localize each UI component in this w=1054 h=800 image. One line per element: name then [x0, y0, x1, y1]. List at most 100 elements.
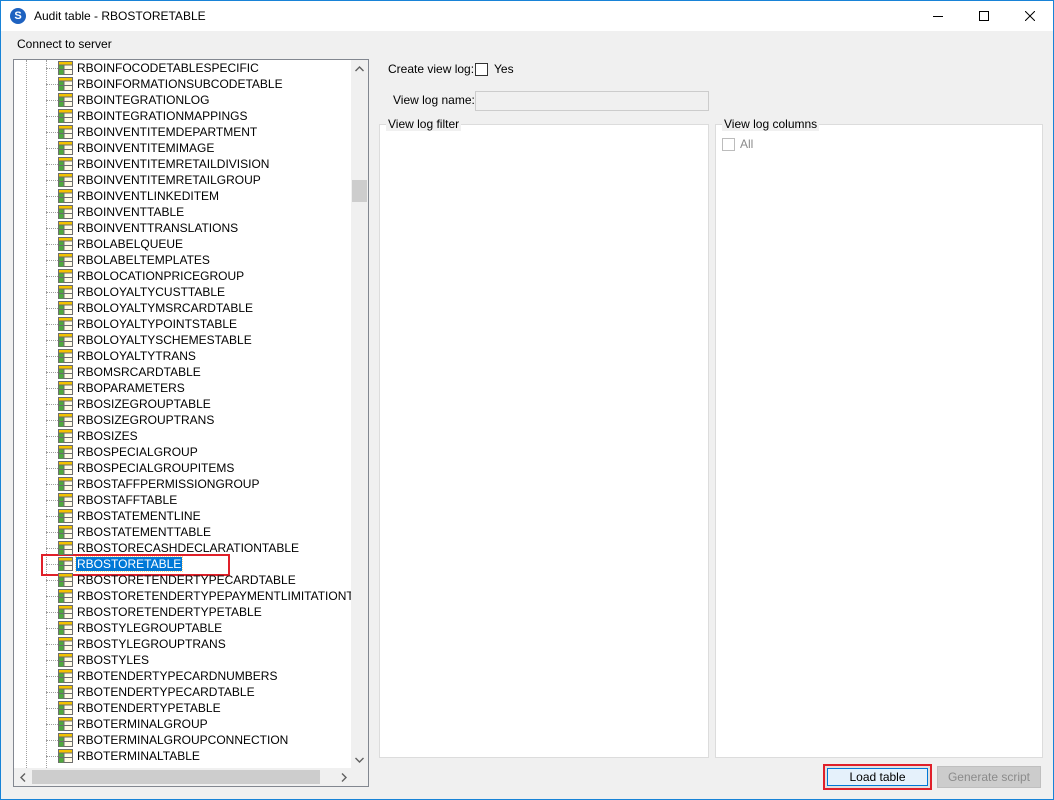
tree-item[interactable]: RBOSIZEGROUPTRANS: [14, 412, 352, 428]
audit-table-window: S Audit table - RBOSTORETABLE Connect to…: [0, 0, 1054, 800]
tree-item[interactable]: RBOLOYALTYSCHEMESTABLE: [14, 332, 352, 348]
close-button[interactable]: [1007, 1, 1053, 31]
table-icon: [58, 557, 73, 571]
create-view-log-yes-label[interactable]: Yes: [494, 62, 514, 76]
tree-item-label: RBOSTORETENDERTYPETABLE: [77, 605, 262, 619]
tree-item-label: RBOLOCATIONPRICEGROUP: [77, 269, 245, 283]
table-icon: [58, 653, 73, 667]
tree-item[interactable]: RBOINVENTTRANSLATIONS: [14, 220, 352, 236]
tree-item[interactable]: RBOINVENTITEMRETAILDIVISION: [14, 156, 352, 172]
tree-horizontal-scrollbar[interactable]: [14, 768, 352, 786]
tree-item-label: RBOTERMINALTABLE: [77, 749, 200, 763]
tree-item-label: RBOSTORETENDERTYPEPAYMENTLIMITATIONTABL: [77, 589, 352, 603]
tree-item[interactable]: RBOSPECIALGROUPITEMS: [14, 460, 352, 476]
tree-item[interactable]: RBOSTAFFTABLE: [14, 492, 352, 508]
table-icon: [58, 269, 73, 283]
tree-item[interactable]: RBOTENDERTYPECARDTABLE: [14, 684, 352, 700]
scroll-left-button[interactable]: [14, 768, 31, 786]
tree-item[interactable]: RBOINVENTTABLE: [14, 204, 352, 220]
table-icon: [58, 381, 73, 395]
tree-connector: [46, 340, 58, 341]
tree-item[interactable]: RBOTERMINALTABLE: [14, 748, 352, 764]
tree-item[interactable]: RBOSTORETENDERTYPECARDTABLE: [14, 572, 352, 588]
tree-item[interactable]: RBOSTYLEGROUPTABLE: [14, 620, 352, 636]
tree-item[interactable]: RBOTENDERTYPETABLE: [14, 700, 352, 716]
scroll-up-button[interactable]: [351, 60, 368, 77]
tree-item[interactable]: RBOSIZES: [14, 428, 352, 444]
all-columns-checkbox[interactable]: [722, 138, 735, 151]
tree-connector: [46, 180, 58, 181]
create-view-log-checkbox[interactable]: [475, 63, 488, 76]
tree-item[interactable]: RBOSTYLEGROUPTRANS: [14, 636, 352, 652]
tree-connector: [46, 404, 58, 405]
menu-connect-to-server[interactable]: Connect to server: [17, 37, 112, 51]
tree-item[interactable]: RBOLABELQUEUE: [14, 236, 352, 252]
tree-item[interactable]: RBOTENDERTYPECARDNUMBERS: [14, 668, 352, 684]
tree-item[interactable]: RBOTERMINALGROUPCONNECTION: [14, 732, 352, 748]
tree-connector: [46, 548, 58, 549]
tree-item-label: RBOLABELTEMPLATES: [77, 253, 210, 267]
tree-connector: [46, 724, 58, 725]
tree-item[interactable]: RBOSTORETENDERTYPEPAYMENTLIMITATIONTABL: [14, 588, 352, 604]
tree-connector: [46, 756, 58, 757]
table-tree[interactable]: RBOINFOCODETABLESPECIFIC RBOINFORMATIONSU…: [13, 59, 369, 787]
minimize-button[interactable]: [915, 1, 961, 31]
scroll-right-button[interactable]: [335, 768, 352, 786]
tree-item[interactable]: RBOSTORECASHDECLARATIONTABLE: [14, 540, 352, 556]
tree-item[interactable]: RBOSTAFFPERMISSIONGROUP: [14, 476, 352, 492]
table-icon: [58, 525, 73, 539]
tree-item[interactable]: RBOLOYALTYPOINTSTABLE: [14, 316, 352, 332]
title-bar[interactable]: S Audit table - RBOSTORETABLE: [1, 1, 1053, 31]
tree-item[interactable]: RBOSTORETABLE: [14, 556, 352, 572]
tree-vertical-scrollbar[interactable]: [351, 60, 368, 768]
tree-item[interactable]: RBOLOYALTYTRANS: [14, 348, 352, 364]
tree-connector: [46, 516, 58, 517]
tree-content: RBOINFOCODETABLESPECIFIC RBOINFORMATIONSU…: [14, 60, 352, 768]
view-log-name-input[interactable]: [475, 91, 709, 111]
tree-connector: [46, 148, 58, 149]
tree-item[interactable]: RBOINVENTITEMIMAGE: [14, 140, 352, 156]
table-icon: [58, 493, 73, 507]
tree-item[interactable]: RBOMSRCARDTABLE: [14, 364, 352, 380]
tree-item[interactable]: RBOINVENTITEMDEPARTMENT: [14, 124, 352, 140]
tree-item[interactable]: RBOINTEGRATIONMAPPINGS: [14, 108, 352, 124]
tree-item-label: RBOSTORECASHDECLARATIONTABLE: [77, 541, 300, 555]
tree-item[interactable]: RBOSIZEGROUPTABLE: [14, 396, 352, 412]
tree-item[interactable]: RBOSTATEMENTTABLE: [14, 524, 352, 540]
maximize-button[interactable]: [961, 1, 1007, 31]
horizontal-scroll-thumb[interactable]: [32, 770, 320, 784]
tree-item[interactable]: RBOLOCATIONPRICEGROUP: [14, 268, 352, 284]
view-log-columns-group: View log columns All: [715, 117, 1043, 758]
table-icon: [58, 141, 73, 155]
load-table-button[interactable]: Load table: [823, 764, 932, 790]
generate-script-button[interactable]: Generate script: [937, 766, 1041, 788]
tree-item[interactable]: RBOLABELTEMPLATES: [14, 252, 352, 268]
tree-item[interactable]: RBOLOYALTYMSRCARDTABLE: [14, 300, 352, 316]
tree-connector: [46, 324, 58, 325]
tree-item[interactable]: RBOSTYLES: [14, 652, 352, 668]
tree-item[interactable]: RBOINTEGRATIONLOG: [14, 92, 352, 108]
tree-item-label: RBOTENDERTYPECARDTABLE: [77, 685, 255, 699]
chevron-left-icon: [19, 772, 25, 782]
view-log-filter-title: View log filter: [386, 117, 462, 131]
tree-item[interactable]: RBOINVENTLINKEDITEM: [14, 188, 352, 204]
vertical-scroll-thumb[interactable]: [352, 180, 367, 202]
tree-item-label: RBOSTAFFTABLE: [77, 493, 178, 507]
tree-item[interactable]: RBOLOYALTYCUSTTABLE: [14, 284, 352, 300]
table-icon: [58, 637, 73, 651]
tree-item[interactable]: RBOSTATEMENTLINE: [14, 508, 352, 524]
tree-item[interactable]: RBOINVENTITEMRETAILGROUP: [14, 172, 352, 188]
tree-item-label: RBOMSRCARDTABLE: [77, 365, 201, 379]
tree-item[interactable]: RBOPARAMETERS: [14, 380, 352, 396]
scroll-down-button[interactable]: [351, 751, 368, 768]
load-table-label: Load table: [827, 768, 928, 786]
tree-item-label: RBOSTAFFPERMISSIONGROUP: [77, 477, 260, 491]
tree-item-label: RBOLOYALTYCUSTTABLE: [77, 285, 226, 299]
tree-item[interactable]: RBOINFORMATIONSUBCODETABLE: [14, 76, 352, 92]
tree-connector: [46, 372, 58, 373]
tree-item[interactable]: RBOTERMINALGROUP: [14, 716, 352, 732]
table-icon: [58, 477, 73, 491]
tree-item[interactable]: RBOINFOCODETABLESPECIFIC: [14, 60, 352, 76]
tree-item[interactable]: RBOSTORETENDERTYPETABLE: [14, 604, 352, 620]
tree-item[interactable]: RBOSPECIALGROUP: [14, 444, 352, 460]
